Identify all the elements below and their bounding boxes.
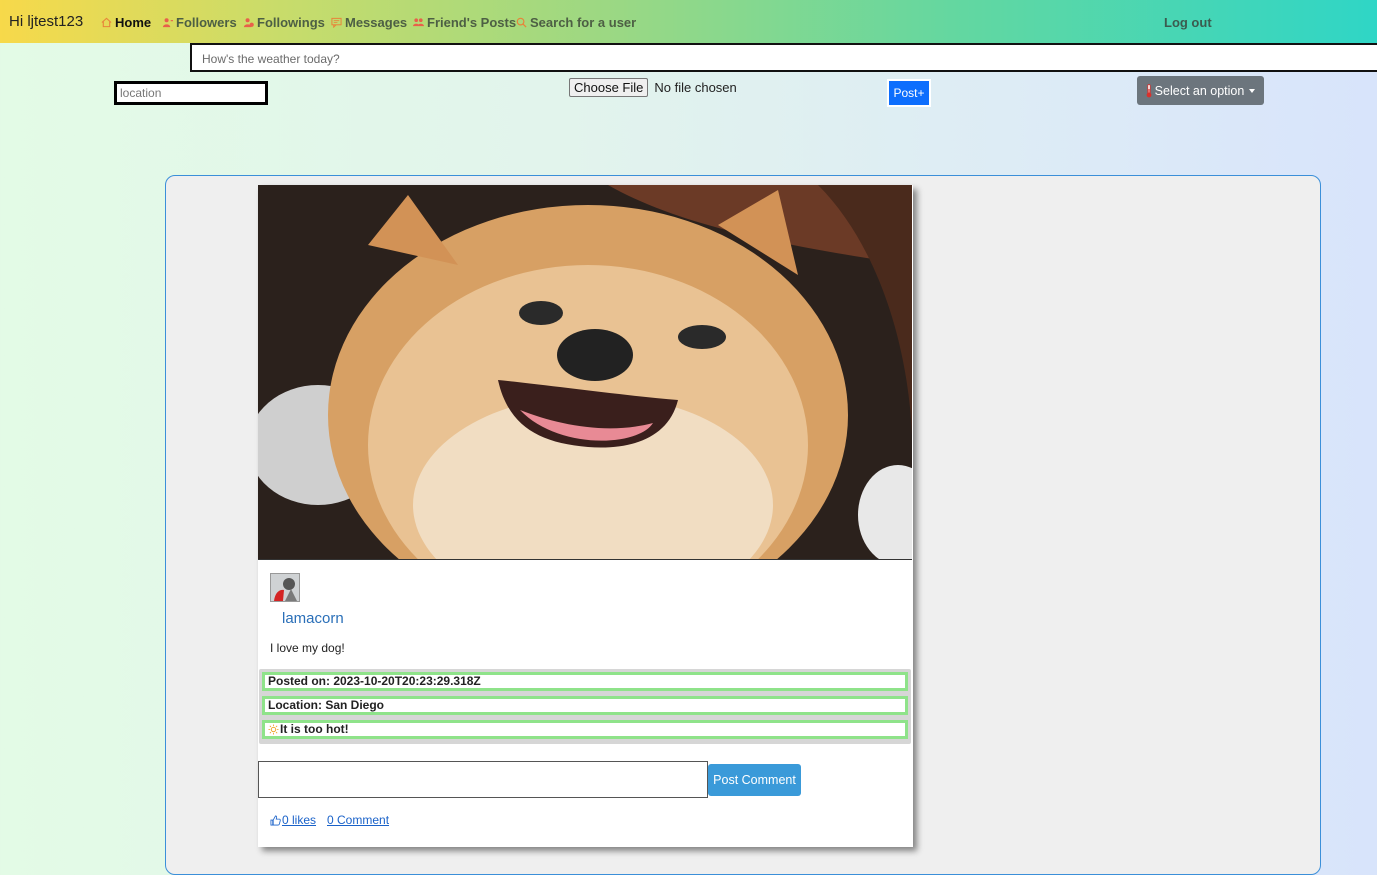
nav-followings-label: Followings bbox=[257, 15, 325, 30]
post-text-input[interactable]: How's the weather today? bbox=[190, 43, 1377, 72]
post-comment-button[interactable]: Post Comment bbox=[708, 764, 801, 796]
like-button[interactable]: 0 likes bbox=[270, 813, 316, 827]
nav-home-label: Home bbox=[115, 15, 152, 30]
user-avatar-image bbox=[271, 574, 299, 601]
search-icon bbox=[516, 17, 527, 28]
likes-count: 0 likes bbox=[282, 813, 317, 827]
posted-on-row: Posted on: 2023-10-20T20:23:29.318Z bbox=[262, 672, 908, 691]
post-image bbox=[258, 185, 912, 560]
comment-input[interactable] bbox=[258, 761, 708, 798]
greeting-brand: Hi ljtest123 bbox=[9, 13, 84, 30]
posted-on-text: Posted on: 2023-10-20T20:23:29.318Z bbox=[268, 674, 481, 688]
sun-icon bbox=[268, 724, 279, 735]
choose-file-button[interactable]: Choose File bbox=[569, 78, 649, 97]
file-picker: Choose File No file chosen bbox=[569, 78, 737, 97]
nav-followers-label: Followers bbox=[176, 15, 237, 30]
person-add-icon bbox=[243, 18, 254, 28]
location-text: Location: San Diego bbox=[268, 698, 385, 712]
avatar[interactable] bbox=[270, 573, 300, 602]
location-row: Location: San Diego bbox=[262, 696, 908, 715]
chevron-down-icon bbox=[1249, 88, 1256, 93]
nav-friends-posts-label: Friend's Posts bbox=[427, 15, 517, 30]
nav-followings[interactable]: Followings bbox=[243, 15, 325, 30]
nav-messages[interactable]: Messages bbox=[331, 15, 407, 30]
thermometer-icon bbox=[1146, 83, 1152, 97]
nav-followers[interactable]: Followers bbox=[162, 15, 237, 30]
nav-friends-posts[interactable]: Friend's Posts bbox=[413, 15, 516, 30]
weather-text: It is too hot! bbox=[280, 722, 349, 736]
person-icon bbox=[162, 18, 173, 28]
post-content: I love my dog! bbox=[270, 641, 345, 655]
nav-search-user[interactable]: Search for a user bbox=[516, 15, 636, 30]
post-button[interactable]: Post+ bbox=[887, 79, 931, 107]
nav-search-user-label: Search for a user bbox=[530, 15, 637, 30]
location-input[interactable]: location bbox=[114, 81, 268, 105]
nav-messages-label: Messages bbox=[345, 15, 408, 30]
post-card: lamacorn I love my dog! Posted on: 2023-… bbox=[258, 185, 913, 847]
post-username[interactable]: lamacorn bbox=[282, 610, 344, 627]
select-label: Select an option bbox=[1154, 83, 1245, 98]
weather-row: It is too hot! bbox=[262, 720, 908, 739]
top-navbar: Hi ljtest123 Home Followers Followings M… bbox=[0, 0, 1377, 43]
thumbs-up-icon bbox=[270, 815, 281, 825]
file-status: No file chosen bbox=[654, 80, 737, 95]
home-icon bbox=[101, 17, 112, 28]
nav-home[interactable]: Home bbox=[101, 15, 151, 30]
post-info-box: Posted on: 2023-10-20T20:23:29.318Z Loca… bbox=[259, 669, 911, 744]
weather-select-dropdown[interactable]: Select an option bbox=[1137, 76, 1264, 105]
logout-link[interactable]: Log out bbox=[1164, 15, 1212, 30]
message-icon bbox=[331, 17, 342, 28]
people-icon bbox=[413, 18, 424, 27]
comments-link[interactable]: 0 Comment bbox=[327, 813, 389, 827]
